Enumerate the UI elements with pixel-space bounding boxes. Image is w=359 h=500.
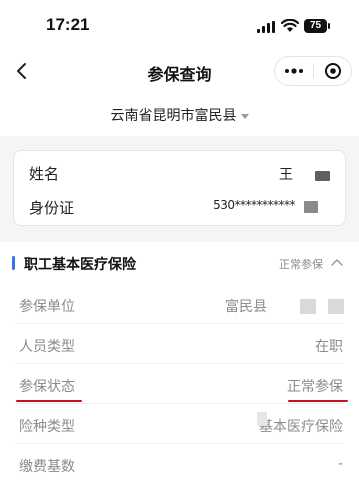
detail-value: - — [337, 456, 343, 472]
id-label: 身份证 — [29, 199, 75, 217]
battery-tip — [328, 23, 330, 29]
redaction-mask — [315, 171, 330, 181]
detail-row-person-type: 人员类型 在职 — [0, 324, 359, 364]
detail-row-unit: 参保单位 富民县 — [0, 284, 359, 324]
detail-value: 在职 — [315, 339, 343, 355]
detail-value: 富民县 — [225, 299, 267, 315]
detail-value: 基本医疗保险 — [259, 419, 343, 435]
battery-icon: 75 — [304, 19, 327, 33]
nav-bar: 参保查询 — [0, 48, 359, 94]
person-info-card: 姓名 王 身份证 530*********** — [13, 150, 346, 226]
target-close-icon — [325, 63, 341, 79]
annotation-underline — [288, 400, 348, 402]
annotation-underline — [16, 400, 82, 402]
mini-program-capsule — [274, 56, 352, 86]
detail-row-insurance-type: 险种类型 基本医疗保险 — [0, 404, 359, 444]
detail-row-contribution-base: 缴费基数 - — [0, 444, 359, 484]
status-bar: 17:21 75 — [0, 0, 359, 48]
close-button[interactable] — [315, 57, 351, 85]
detail-label: 缴费基数 — [19, 459, 75, 475]
detail-label: 险种类型 — [19, 419, 75, 435]
region-selector[interactable]: 云南省昆明市富民县 — [0, 105, 359, 125]
signal-icon — [257, 21, 275, 33]
id-value: 530*********** — [213, 198, 295, 212]
detail-label: 参保状态 — [19, 379, 75, 395]
detail-label: 人员类型 — [19, 339, 75, 355]
more-button[interactable] — [275, 57, 313, 85]
region-bar: 云南省昆明市富民县 — [0, 94, 359, 136]
name-label: 姓名 — [29, 165, 60, 183]
detail-row-status: 参保状态 正常参保 — [0, 364, 359, 404]
caret-down-icon — [240, 113, 249, 119]
insurance-section-header[interactable]: 职工基本医疗保险 正常参保 — [0, 242, 359, 284]
redaction-mask — [257, 412, 267, 426]
chevron-up-icon[interactable] — [330, 257, 344, 267]
redaction-mask — [300, 299, 316, 314]
more-dots-icon — [285, 68, 303, 74]
redaction-mask — [328, 299, 344, 314]
detail-value: 正常参保 — [287, 379, 343, 395]
section-status: 正常参保 — [279, 258, 323, 271]
region-label: 云南省昆明市富民县 — [110, 108, 237, 124]
wifi-icon — [281, 19, 299, 32]
section-title: 职工基本医疗保险 — [24, 257, 136, 273]
insurance-detail-list: 参保单位 富民县 人员类型 在职 参保状态 正常参保 险种类型 基本医疗保险 缴… — [0, 284, 359, 500]
section-accent-bar — [12, 256, 15, 270]
capsule-divider — [313, 64, 314, 78]
name-value: 王 — [279, 167, 293, 183]
status-time: 17:21 — [46, 15, 90, 34]
redaction-mask — [304, 201, 318, 213]
detail-label: 参保单位 — [19, 299, 75, 315]
